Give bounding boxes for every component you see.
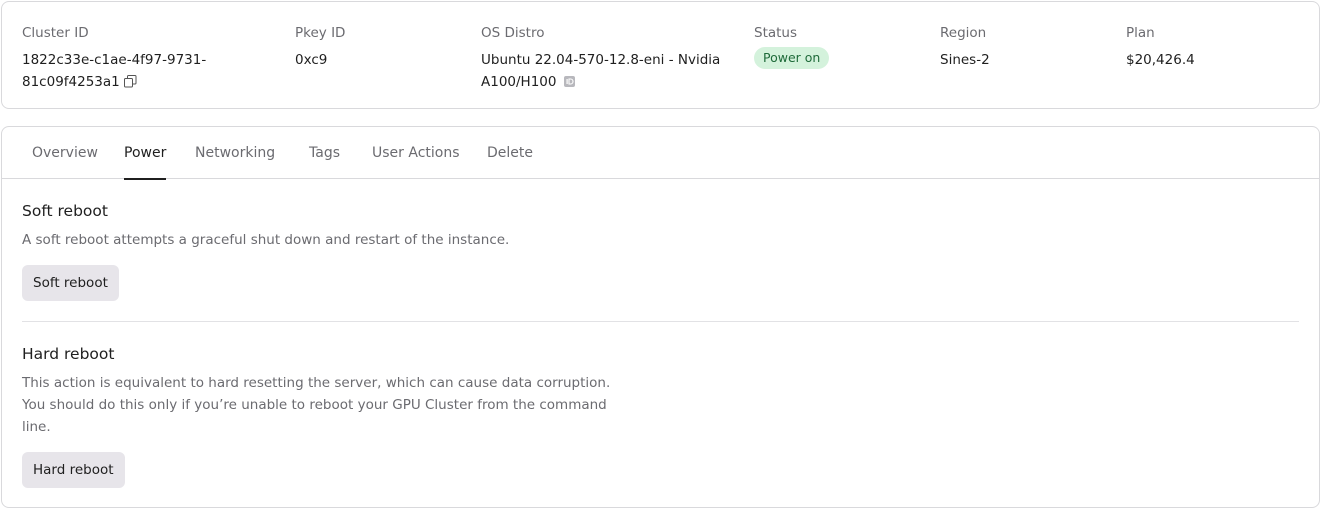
os-distro-label: OS Distro (481, 25, 545, 41)
tab-delete[interactable]: Delete (487, 127, 533, 179)
os-distro-line2: A100/H100 (481, 74, 557, 90)
cluster-id-line2: 81c09f4253a1 (22, 74, 120, 90)
region-value: Sines-2 (940, 52, 990, 68)
cluster-id-column: Cluster ID 1822c33e-c1ae-4f97-9731- 81c0… (22, 24, 206, 95)
status-column: Status Power on (754, 24, 830, 69)
cluster-summary-card: Cluster ID 1822c33e-c1ae-4f97-9731- 81c0… (1, 1, 1320, 109)
status-badge: Power on (754, 47, 830, 69)
tab-overview[interactable]: Overview (32, 127, 98, 179)
hard-reboot-description: This action is equivalent to hard resett… (22, 372, 610, 438)
tab-tags[interactable]: Tags (309, 127, 340, 179)
pkey-id-column: Pkey ID 0xc9 (295, 24, 345, 71)
tab-user-actions[interactable]: User Actions (372, 127, 460, 179)
hard-reboot-button[interactable]: Hard reboot (22, 452, 125, 488)
cluster-detail-card: Overview Power Networking Tags User Acti… (1, 126, 1320, 508)
section-divider (22, 321, 1299, 322)
region-label: Region (940, 25, 987, 41)
plan-label: Plan (1126, 25, 1155, 41)
hard-reboot-description-line1: This action is equivalent to hard resett… (22, 375, 611, 391)
soft-reboot-title: Soft reboot (22, 202, 108, 220)
os-distro-column: OS Distro Ubuntu 22.04-570-12.8-eni - Nv… (481, 24, 720, 94)
tab-power[interactable]: Power (124, 127, 167, 180)
hard-reboot-title: Hard reboot (22, 345, 115, 363)
soft-reboot-button[interactable]: Soft reboot (22, 265, 119, 301)
plan-column: Plan $20,426.4 (1126, 24, 1195, 71)
soft-reboot-description: A soft reboot attempts a graceful shut d… (22, 232, 510, 248)
plan-value: $20,426.4 (1126, 52, 1195, 68)
copy-icon[interactable] (123, 73, 137, 95)
hard-reboot-description-line3: line. (22, 419, 51, 435)
cluster-id-value: 1822c33e-c1ae-4f97-9731- 81c09f4253a1 (22, 49, 206, 95)
status-label: Status (754, 25, 798, 41)
id-badge-icon (564, 72, 576, 94)
os-distro-value: Ubuntu 22.04-570-12.8-eni - Nvidia A100/… (481, 49, 720, 94)
hard-reboot-description-line2: You should do this only if you’re unable… (22, 397, 607, 413)
pkey-id-label: Pkey ID (295, 25, 346, 41)
cluster-id-line1: 1822c33e-c1ae-4f97-9731- (22, 52, 207, 68)
os-distro-line1: Ubuntu 22.04-570-12.8-eni - Nvidia (481, 52, 721, 68)
pkey-id-value: 0xc9 (295, 52, 328, 68)
region-column: Region Sines-2 (940, 24, 990, 71)
tab-bar: Overview Power Networking Tags User Acti… (2, 127, 1319, 180)
tab-networking[interactable]: Networking (195, 127, 275, 179)
cluster-id-label: Cluster ID (22, 25, 89, 41)
